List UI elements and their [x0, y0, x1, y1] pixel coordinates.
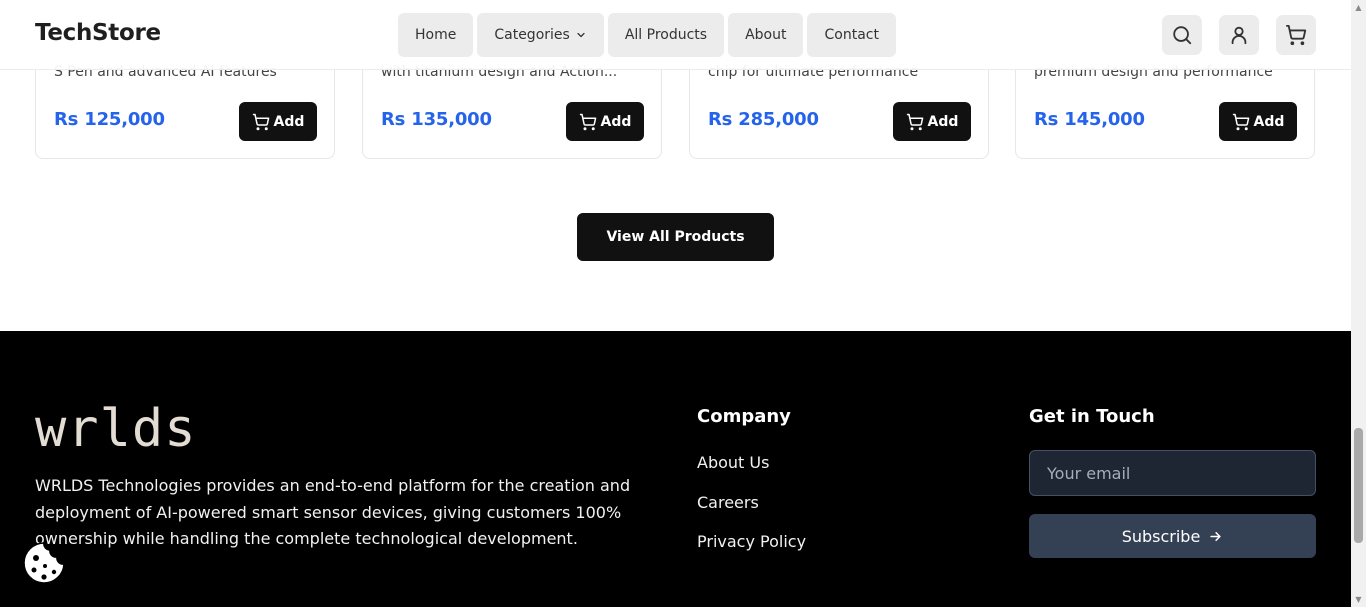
nav-all-products[interactable]: All Products: [607, 13, 725, 57]
cart-icon: [1285, 24, 1307, 46]
account-button[interactable]: [1219, 15, 1259, 55]
arrow-right-icon: [1210, 531, 1221, 541]
nav-categories-label: Categories: [494, 27, 570, 43]
cart-icon: [252, 113, 269, 130]
cart-icon: [579, 113, 596, 130]
scrollbar-thumb[interactable]: [1354, 428, 1363, 543]
nav-about[interactable]: About: [728, 13, 804, 57]
nav-categories[interactable]: Categories: [477, 13, 604, 57]
cart-button[interactable]: [1276, 15, 1316, 55]
product-price: Rs 285,000: [708, 109, 819, 130]
page: S Pen and advanced AI features Rs 125,00…: [0, 0, 1351, 607]
search-icon: [1173, 26, 1192, 45]
nav-contact[interactable]: Contact: [807, 13, 896, 57]
product-price: Rs 145,000: [1034, 109, 1145, 130]
footer-brand-logo: wrlds: [35, 399, 197, 459]
page-scrollbar[interactable]: ▲ ▼: [1351, 0, 1366, 607]
search-button[interactable]: [1162, 15, 1202, 55]
main-nav: Home Categories All Products About Conta…: [398, 13, 896, 57]
add-label: Add: [600, 113, 632, 130]
scroll-up-arrow[interactable]: ▲: [1354, 3, 1363, 12]
add-label: Add: [273, 113, 305, 130]
footer-about-text: WRLDS Technologies provides an end-to-en…: [35, 476, 631, 548]
site-footer: wrlds WRLDS Technologies provides an end…: [0, 331, 1351, 607]
product-price: Rs 135,000: [381, 109, 492, 130]
add-label: Add: [927, 113, 959, 130]
add-to-cart-button[interactable]: Add: [566, 102, 644, 141]
cart-icon: [1232, 113, 1249, 130]
scroll-down-arrow[interactable]: ▼: [1354, 595, 1363, 604]
product-price: Rs 125,000: [54, 109, 165, 130]
subscribe-button[interactable]: Subscribe: [1029, 514, 1316, 558]
add-to-cart-button[interactable]: Add: [239, 102, 317, 141]
add-to-cart-button[interactable]: Add: [1219, 102, 1297, 141]
footer-link-careers[interactable]: Careers: [697, 493, 759, 512]
nav-home[interactable]: Home: [398, 13, 474, 57]
get-in-touch-heading: Get in Touch: [1029, 406, 1155, 427]
view-all-products-button[interactable]: View All Products: [577, 213, 774, 261]
add-to-cart-button[interactable]: Add: [893, 102, 971, 141]
subscribe-label: Subscribe: [1121, 526, 1201, 546]
newsletter-email-input[interactable]: [1029, 450, 1316, 496]
cookie-icon[interactable]: [21, 540, 67, 586]
cart-icon: [906, 113, 923, 130]
site-header: TechStore Home Categories All Products A…: [0, 0, 1351, 70]
user-icon: [1231, 26, 1247, 45]
site-logo[interactable]: TechStore: [35, 20, 161, 46]
footer-link-about-us[interactable]: About Us: [697, 453, 769, 472]
chevron-down-icon: [577, 32, 585, 38]
footer-link-privacy-policy[interactable]: Privacy Policy: [697, 532, 806, 551]
company-heading: Company: [697, 406, 791, 427]
add-label: Add: [1253, 113, 1285, 130]
